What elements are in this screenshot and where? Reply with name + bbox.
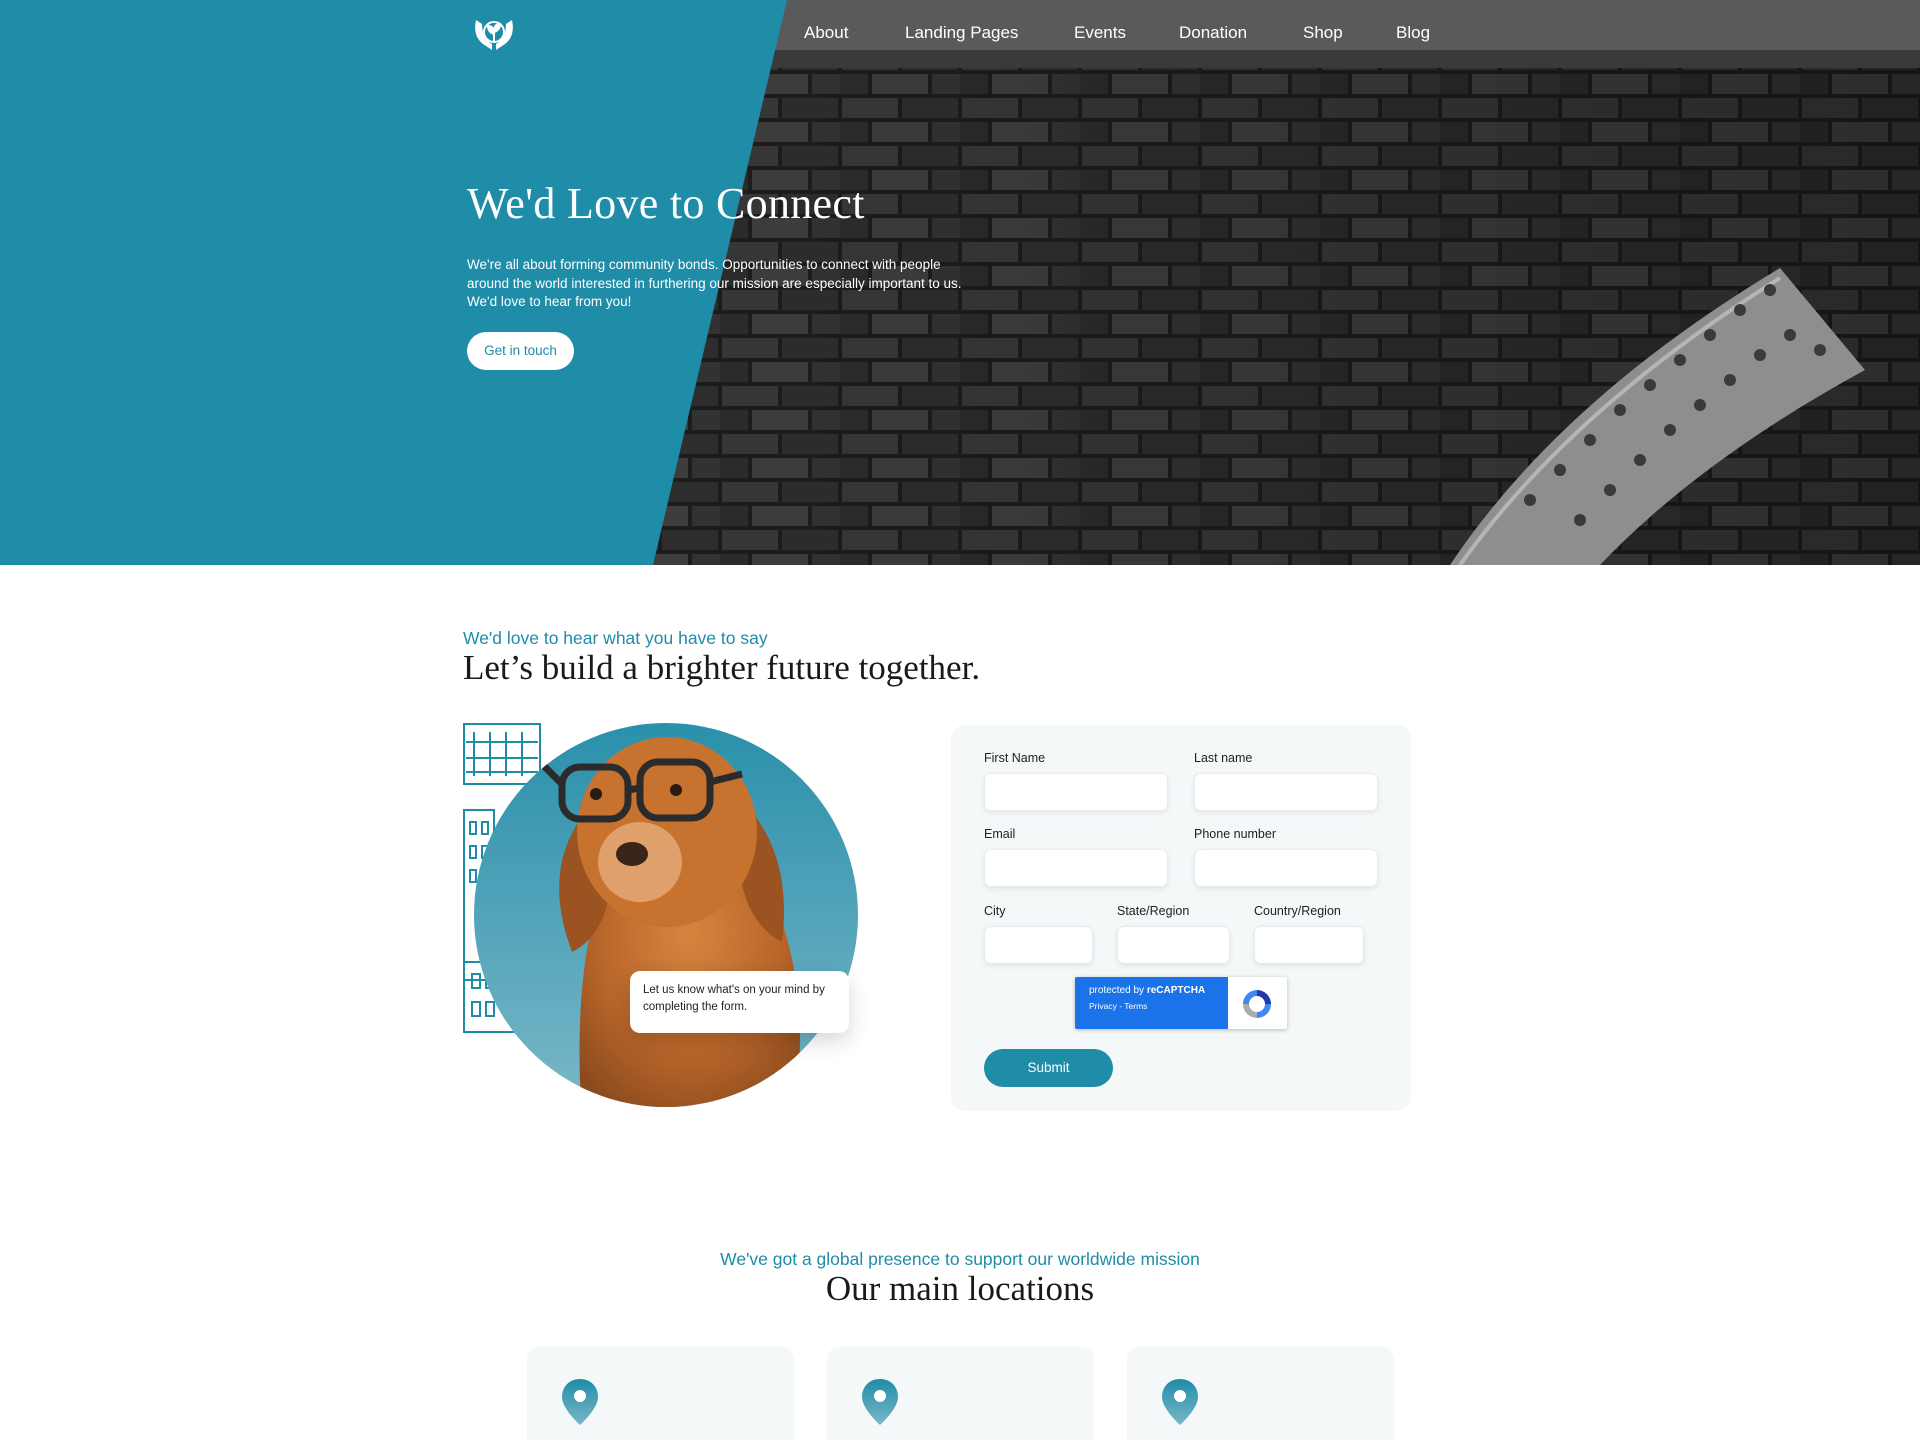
contact-title: Let’s build a brighter future together. [463, 648, 981, 687]
location-card[interactable] [527, 1347, 794, 1440]
locations-eyebrow: We've got a global presence to support o… [720, 1249, 1200, 1269]
locations-title: Our main locations [825, 1269, 1095, 1308]
location-card[interactable] [1127, 1347, 1394, 1440]
nav-item-donation[interactable]: Donation [1179, 22, 1247, 44]
first-name-label: First Name [984, 751, 1046, 765]
map-pin-icon [560, 1377, 600, 1427]
hero-title: We'd Love to Connect [467, 179, 865, 228]
nav-item-events[interactable]: Events [1074, 22, 1126, 44]
email-field[interactable] [984, 849, 1168, 887]
recaptcha-links[interactable]: Privacy - Terms [1089, 1001, 1228, 1011]
phone-field[interactable] [1194, 849, 1378, 887]
recaptcha-badge[interactable]: protected by reCAPTCHA Privacy - Terms [1075, 977, 1287, 1029]
location-card[interactable] [827, 1347, 1094, 1440]
last-name-field[interactable] [1194, 773, 1378, 811]
hero-description: We're all about forming community bonds.… [467, 257, 962, 309]
nav-item-blog[interactable]: Blog [1396, 22, 1430, 44]
map-pin-icon [1160, 1377, 1200, 1427]
get-in-touch-button[interactable]: Get in touch [467, 332, 574, 370]
recaptcha-protected-text: protected by [1089, 985, 1145, 996]
city-label: City [984, 904, 1006, 918]
contact-eyebrow: We'd love to hear what you have to say [463, 628, 768, 648]
map-pin-icon [860, 1377, 900, 1427]
nav-item-shop[interactable]: Shop [1303, 22, 1343, 44]
city-field[interactable] [984, 926, 1093, 964]
main-nav: About Landing Pages Events Donation Shop… [0, 22, 1920, 52]
country-field[interactable] [1254, 926, 1364, 964]
last-name-label: Last name [1194, 751, 1253, 765]
state-label: State/Region [1117, 904, 1190, 918]
recaptcha-brand: reCAPTCHA [1146, 985, 1206, 996]
hero-section: About Landing Pages Events Donation Shop… [0, 0, 1920, 565]
country-label: Country/Region [1254, 904, 1341, 918]
email-label: Email [984, 827, 1016, 841]
dog-illustration [462, 722, 882, 1122]
nav-item-about[interactable]: About [804, 22, 848, 44]
submit-button[interactable]: Submit [984, 1049, 1113, 1087]
recaptcha-icon [1239, 986, 1275, 1022]
form-hint-bubble: Let us know what's on your mind by compl… [630, 971, 849, 1033]
state-field[interactable] [1117, 926, 1230, 964]
recaptcha-text-panel: protected by reCAPTCHA Privacy - Terms [1075, 977, 1228, 1029]
phone-label: Phone number [1194, 827, 1277, 841]
nav-item-landing-pages[interactable]: Landing Pages [905, 22, 1018, 44]
first-name-field[interactable] [984, 773, 1168, 811]
